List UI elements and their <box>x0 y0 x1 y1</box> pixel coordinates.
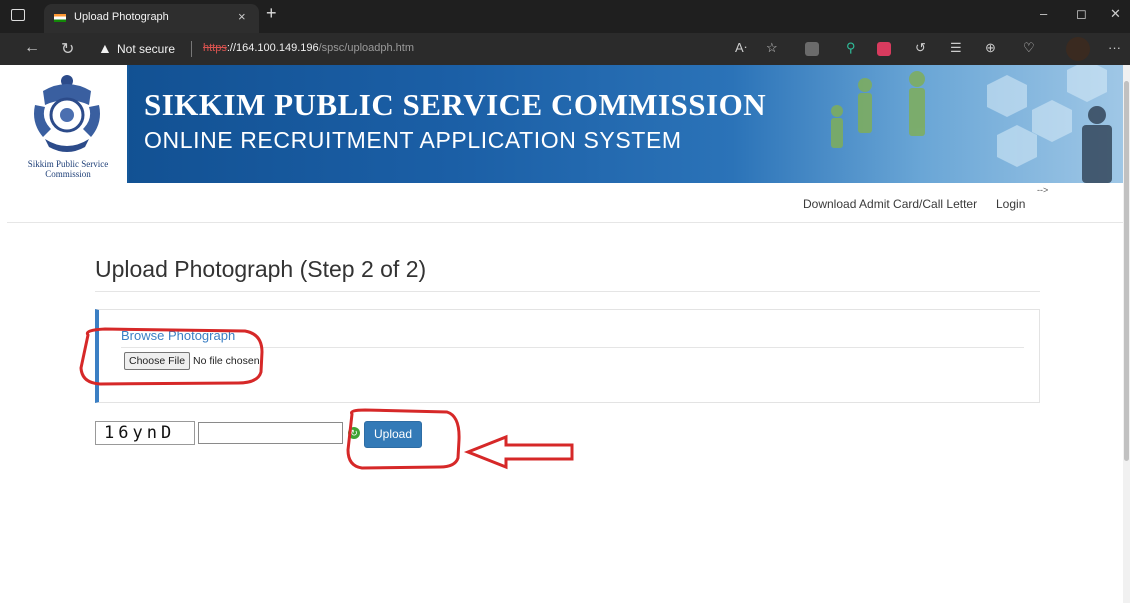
address-bar: ← ↻ ▲ Not secure https://164.100.149.196… <box>0 33 1130 65</box>
nav-admit-card-link[interactable]: Download Admit Card/Call Letter <box>803 197 977 211</box>
security-indicator[interactable]: Not secure <box>117 42 175 56</box>
browser-tab-bar: Upload Photograph × + – ◻ ✕ <box>0 0 1130 33</box>
tab-close-icon[interactable]: × <box>238 9 246 24</box>
browse-legend: Browse Photograph <box>121 328 236 343</box>
back-arrow-icon[interactable]: ← <box>24 39 40 57</box>
url-host: ://164.100.149.196 <box>226 42 319 54</box>
captcha-refresh-icon[interactable]: ↻ <box>348 427 360 439</box>
upload-panel: Browse Photograph Choose File No file ch… <box>95 309 1040 403</box>
profile-avatar[interactable] <box>1066 37 1090 61</box>
new-tab-button[interactable]: + <box>266 3 277 24</box>
banner-title: SIKKIM PUBLIC SERVICE COMMISSION <box>144 87 767 122</box>
nav-login-link[interactable]: Login <box>996 197 1025 211</box>
upload-button[interactable]: Upload <box>364 421 422 448</box>
banner-people-graphic <box>831 65 1112 183</box>
site-banner: Sikkim Public Service Commission SIKKIM … <box>7 65 1123 183</box>
more-menu-icon[interactable]: ··· <box>1108 40 1121 55</box>
pocket-icon[interactable] <box>877 42 891 56</box>
favicon-icon <box>54 14 66 22</box>
choose-file-button[interactable]: Choose File <box>124 352 191 370</box>
warning-icon[interactable]: ▲ <box>98 40 112 56</box>
favorite-add-icon[interactable]: ☆ <box>766 40 778 56</box>
stray-arrow-text: --> <box>1037 185 1049 195</box>
restore-button[interactable]: ◻ <box>1076 6 1087 22</box>
minimize-button[interactable]: – <box>1040 6 1047 21</box>
emblem-caption: Sikkim Public Service Commission <box>27 159 109 179</box>
page-title: Upload Photograph (Step 2 of 2) <box>95 256 427 282</box>
heading-divider <box>95 291 1040 292</box>
top-navigation: Download Admit Card/Call Letter Login --… <box>7 183 1123 223</box>
key-extension-icon[interactable]: ⚲ <box>846 40 856 56</box>
banner-subtitle: ONLINE RECRUITMENT APPLICATION SYSTEM <box>144 127 682 153</box>
favorites-icon[interactable]: ☰ <box>950 40 962 56</box>
health-icon[interactable]: ♡ <box>1023 40 1035 56</box>
emblem-box: Sikkim Public Service Commission <box>7 65 129 183</box>
captcha-image: 16ynD <box>95 421 195 445</box>
url-scheme: https <box>203 42 227 54</box>
sikkim-emblem-logo <box>34 75 100 152</box>
url-path: /spsc/uploadph.htm <box>318 42 414 54</box>
web-page: Sikkim Public Service Commission SIKKIM … <box>7 65 1123 603</box>
extension-icon[interactable] <box>805 42 819 56</box>
window-icon[interactable] <box>11 9 25 21</box>
collections-icon[interactable]: ⊕ <box>985 40 996 56</box>
page-scrollbar[interactable] <box>1123 65 1130 603</box>
refresh-icon[interactable]: ↻ <box>61 39 74 59</box>
close-window-button[interactable]: ✕ <box>1110 6 1121 22</box>
divider <box>191 41 192 57</box>
legend-divider <box>121 347 1024 348</box>
url-field[interactable]: https://164.100.149.196/spsc/uploadph.ht… <box>203 42 414 54</box>
browser-tab[interactable]: Upload Photograph × <box>44 4 259 33</box>
file-status-text: No file chosen <box>193 355 260 367</box>
extension-refresh-icon[interactable]: ↺ <box>915 40 926 56</box>
captcha-input[interactable] <box>198 422 343 444</box>
read-aloud-icon[interactable]: Aᐧ <box>735 40 747 56</box>
scrollbar-thumb[interactable] <box>1124 81 1129 461</box>
tab-title: Upload Photograph <box>74 11 169 23</box>
